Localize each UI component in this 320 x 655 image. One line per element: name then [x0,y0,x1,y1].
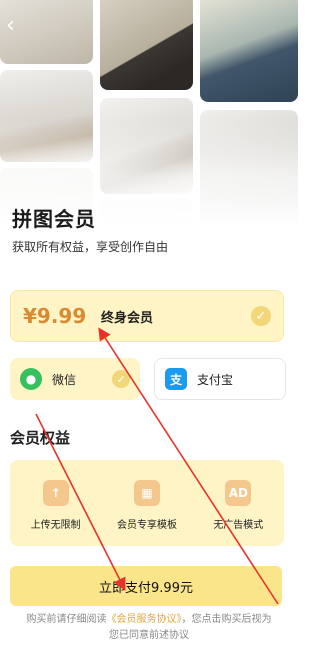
benefit-item: ↑ 上传无限制 [10,460,101,546]
wechat-pay-option[interactable]: ● 微信 ✓ [10,358,140,400]
benefits-panel: ↑ 上传无限制 ▦ 会员专享模板 AD 无广告模式 [10,460,284,546]
plan-name: 终身会员 [101,310,154,326]
checkmark-icon: ✓ [112,370,130,388]
benefit-label: 会员专享模板 [116,520,177,531]
benefit-item: AD 无广告模式 [193,460,284,546]
back-button[interactable]: ‹ [6,14,26,38]
service-agreement-link[interactable]: 《会员服务协议》 [107,614,182,625]
notice-suffix: ，您点击购买后视为 [181,614,272,625]
wechat-pay-label: 微信 [52,372,77,387]
photo-tile [100,0,193,90]
page-subtitle: 获取所有权益，享受创作自由 [12,240,169,254]
checkmark-icon: ✓ [251,306,271,326]
benefits-heading: 会员权益 [10,429,71,447]
page-title: 拼图会员 [12,207,96,231]
plan-price: ¥9.99 [23,304,87,328]
notice-prefix: 购买前请仔细阅读 [26,614,107,625]
ad-icon: AD [225,480,252,506]
agreement-notice: 购买前请仔细阅读《会员服务协议》，您点击购买后视为 您已同意前述协议 [0,612,298,644]
wechat-icon: ● [20,368,42,390]
notice-line2: 您已同意前述协议 [109,630,189,641]
alipay-option[interactable]: 支 支付宝 [154,358,286,400]
benefit-label: 上传无限制 [30,520,81,531]
template-icon: ▦ [133,480,160,506]
alipay-icon: 支 [165,368,187,390]
benefit-item: ▦ 会员专享模板 [101,460,192,546]
benefit-label: 无广告模式 [213,520,264,531]
upload-cloud-icon: ↑ [42,480,69,506]
lifetime-plan-option[interactable]: ¥9.99 终身会员 ✓ [10,290,284,342]
photo-tile [200,0,298,102]
pay-now-button[interactable]: 立即支付9.99元 [10,566,282,606]
alipay-label: 支付宝 [197,372,234,387]
chevron-left-icon: ‹ [6,13,15,38]
